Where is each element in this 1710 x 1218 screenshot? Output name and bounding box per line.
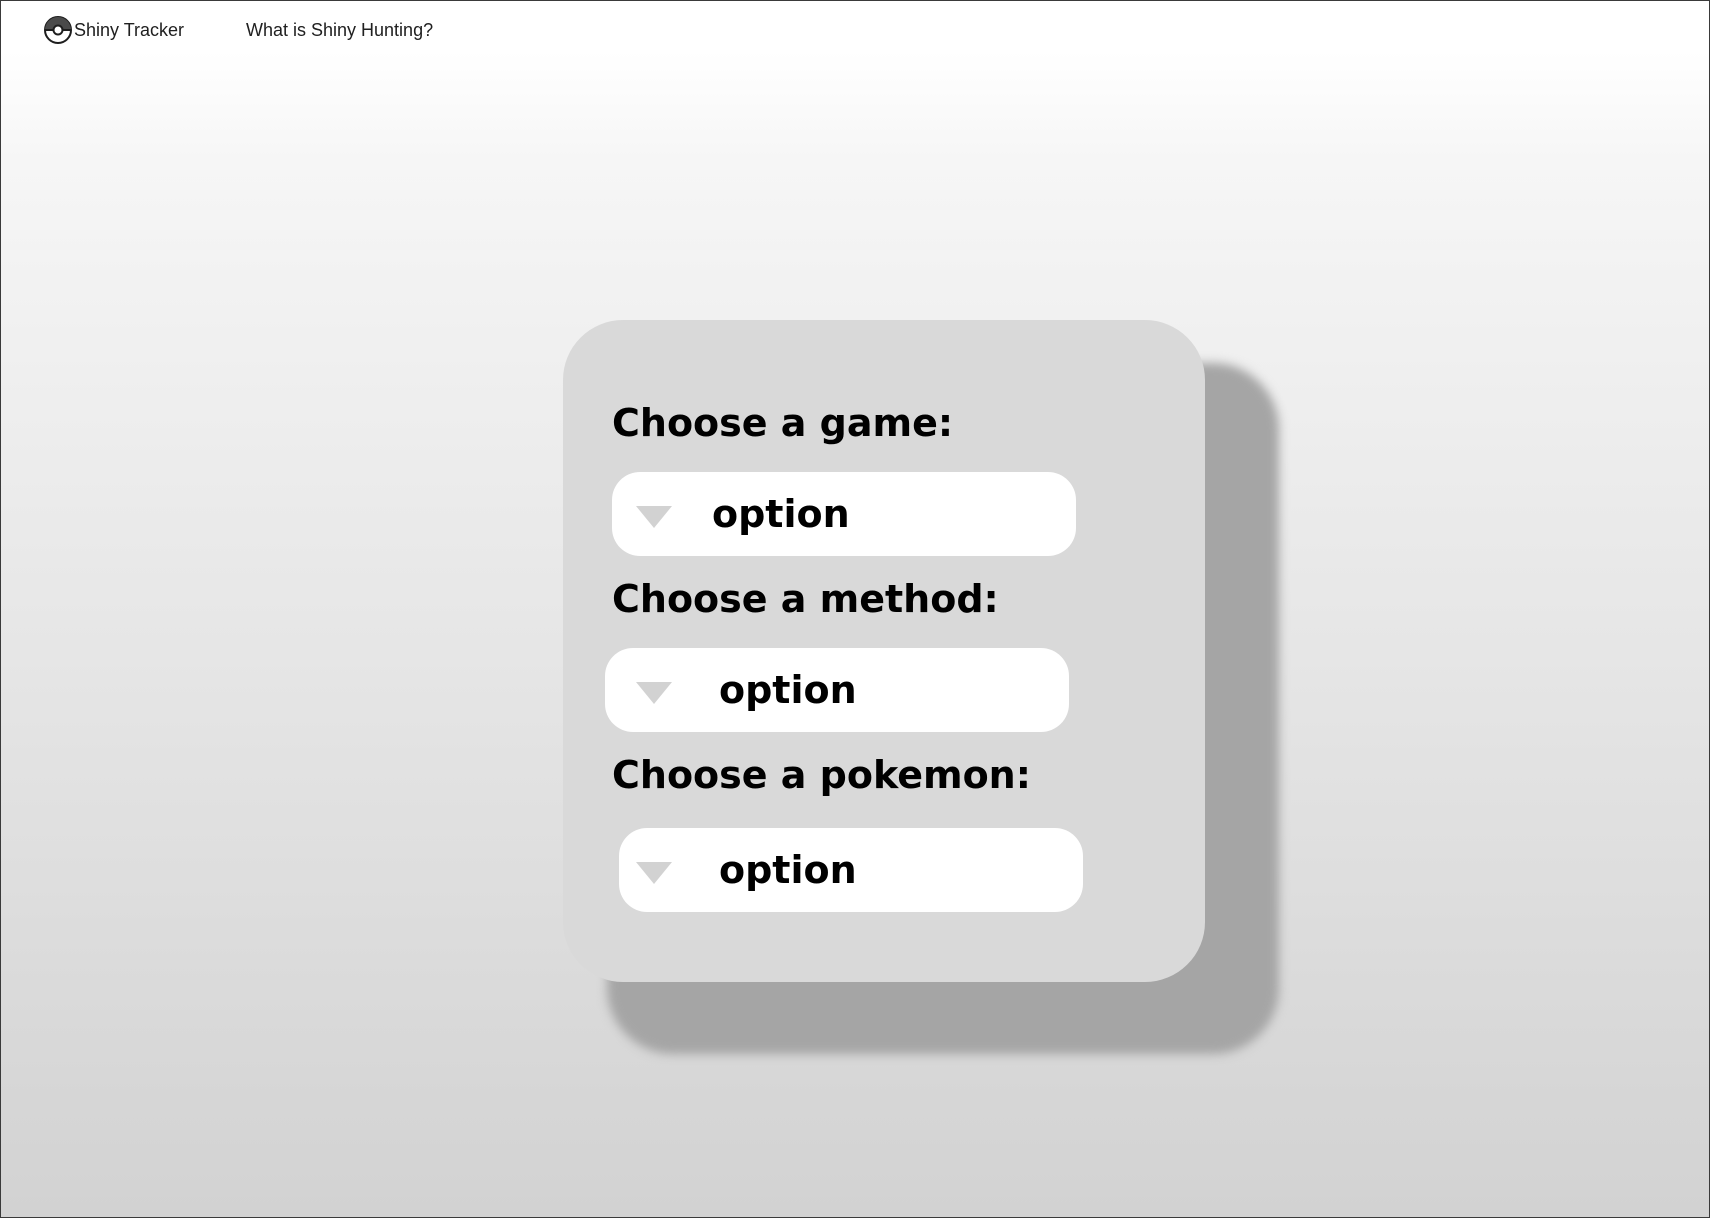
pokemon-label: Choose a pokemon: — [612, 753, 1031, 797]
navbar: Shiny Tracker What is Shiny Hunting? — [1, 1, 1709, 59]
pokemon-select-value: option — [719, 848, 857, 892]
chevron-down-icon — [636, 862, 672, 884]
nav-link-what-is-shiny-hunting[interactable]: What is Shiny Hunting? — [246, 15, 433, 45]
selection-card: Choose a game: option Choose a method: o… — [563, 320, 1205, 982]
brand-home-link[interactable]: Shiny Tracker — [43, 15, 184, 45]
game-select[interactable]: option — [612, 472, 1076, 556]
game-label: Choose a game: — [612, 401, 954, 445]
method-label: Choose a method: — [612, 577, 999, 621]
chevron-down-icon — [636, 506, 672, 528]
chevron-down-icon — [636, 682, 672, 704]
brand-name: Shiny Tracker — [74, 20, 185, 40]
method-select-value: option — [719, 668, 857, 712]
pokeball-icon — [43, 15, 73, 45]
game-select-value: option — [712, 492, 850, 536]
page: Shiny Tracker What is Shiny Hunting? Cho… — [0, 0, 1710, 1218]
pokemon-select[interactable]: option — [619, 828, 1083, 912]
method-select[interactable]: option — [605, 648, 1069, 732]
